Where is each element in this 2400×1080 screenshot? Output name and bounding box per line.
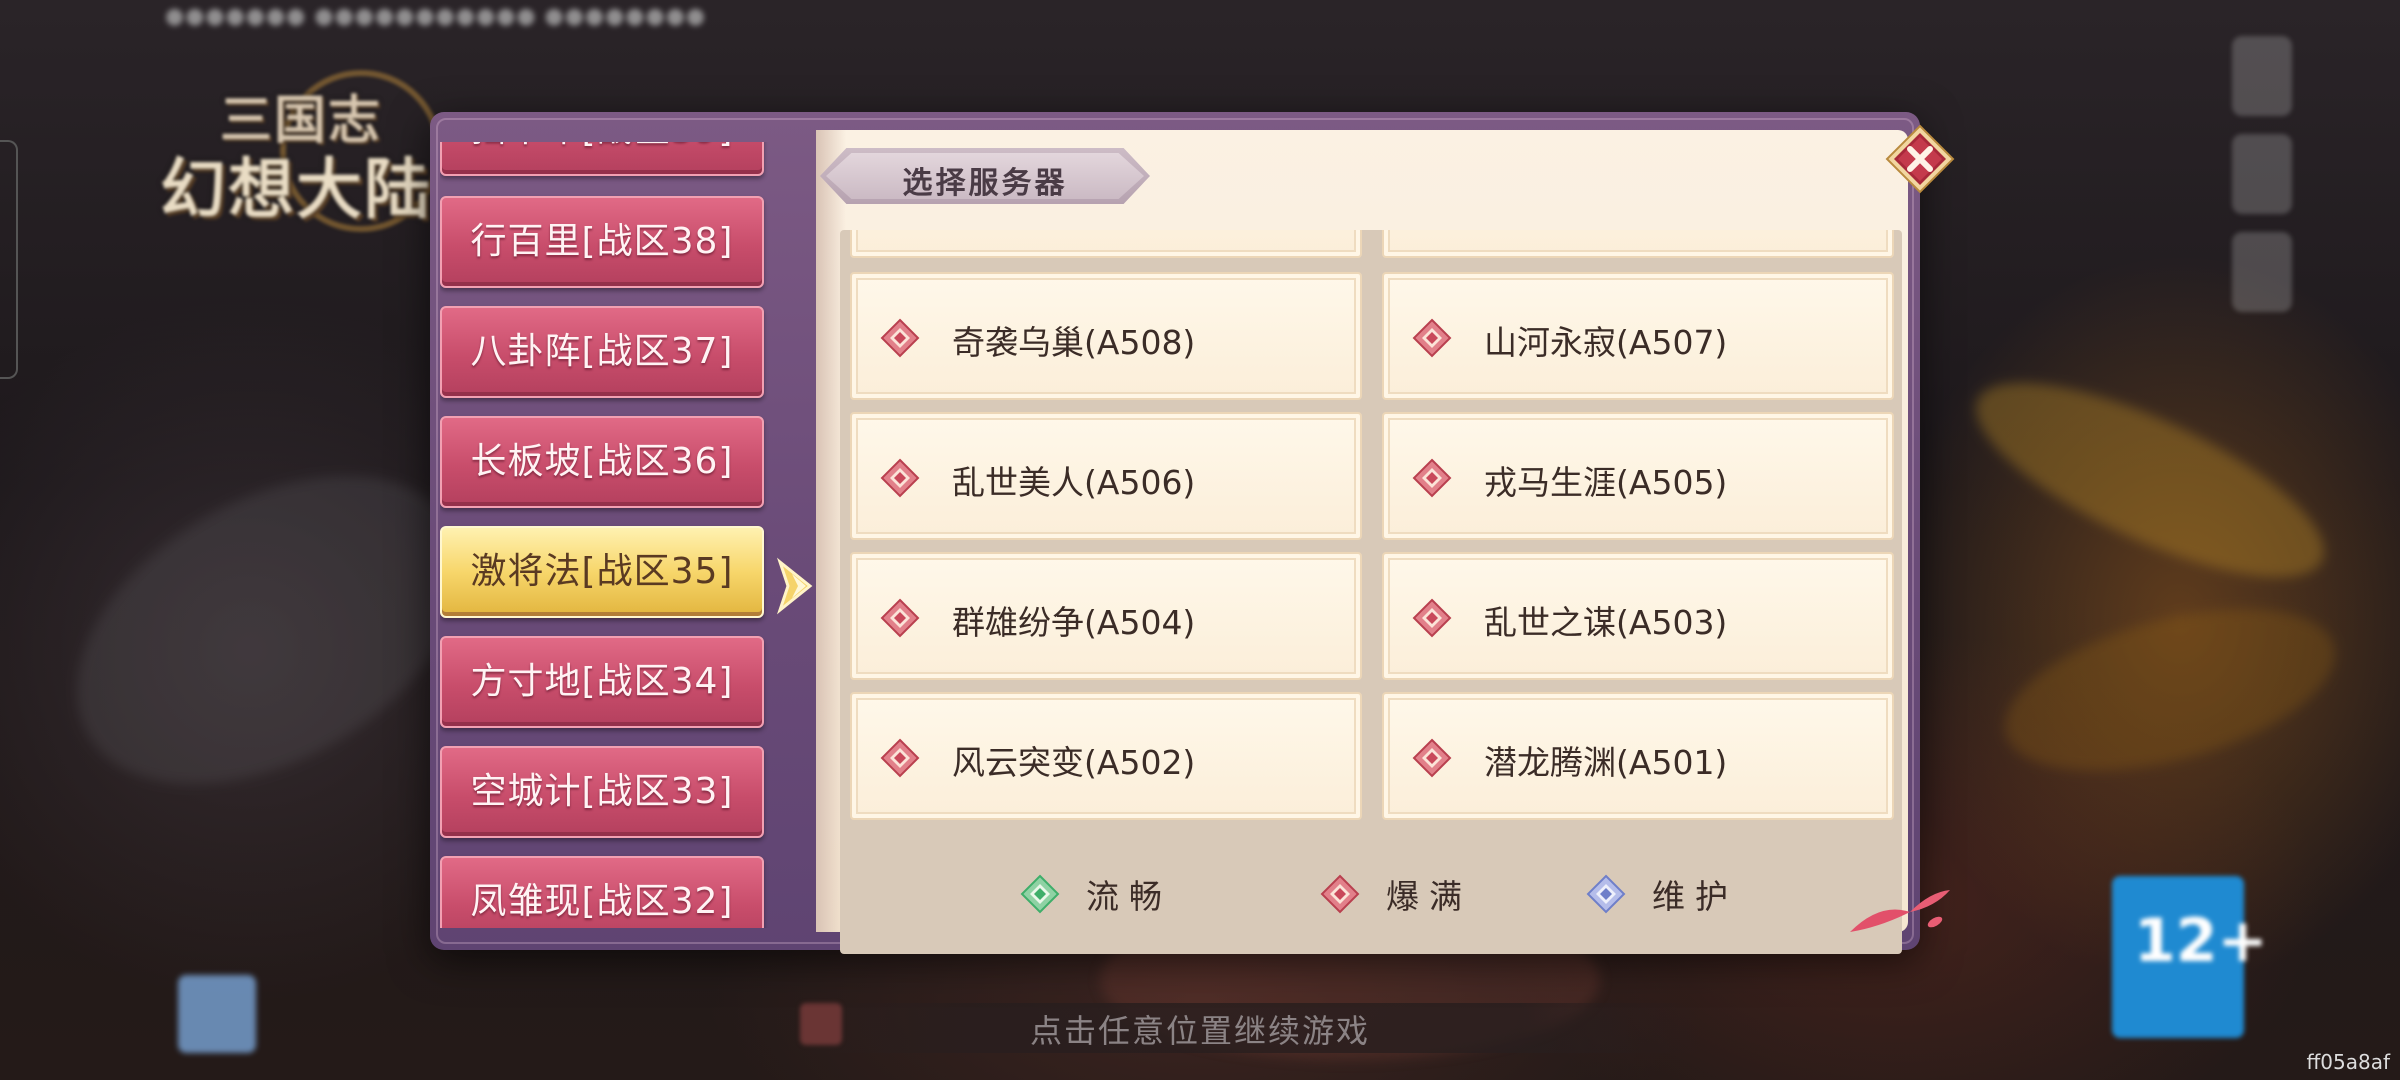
zone-tab-label: 扫千军[战区39] xyxy=(471,142,734,150)
server-name: 风云突变(A502) xyxy=(952,743,1196,782)
watermark: ff05a8af xyxy=(2306,1050,2390,1074)
bg-decoration xyxy=(1987,578,2353,802)
status-full-icon xyxy=(1320,874,1360,914)
zone-tab-active[interactable]: 激将法[战区35] xyxy=(440,526,764,618)
legend-label: 流畅 xyxy=(1086,877,1172,916)
server-card[interactable]: 乱世美人(A506) xyxy=(850,412,1362,540)
status-full-icon xyxy=(880,598,920,638)
zone-tab-label: 方寸地[战区34] xyxy=(470,661,734,702)
server-card-partial[interactable] xyxy=(850,230,1362,258)
server-grid[interactable]: 奇袭乌巢(A508) 山河永寂(A507) 乱世美人(A506) 戎马生涯(A5… xyxy=(840,230,1902,956)
status-legend: 流畅 爆满 维护 xyxy=(840,864,1900,924)
server-name: 戎马生涯(A505) xyxy=(1484,463,1728,502)
status-smooth-icon xyxy=(1020,874,1060,914)
server-name: 乱世美人(A506) xyxy=(952,463,1196,502)
zone-tab[interactable]: 凤雏现[战区32] xyxy=(440,856,764,928)
server-card[interactable]: 潜龙腾渊(A501) xyxy=(1382,692,1894,820)
menu-icon[interactable] xyxy=(2232,36,2292,116)
status-full-icon xyxy=(1412,738,1452,778)
server-grid-scroll[interactable]: 奇袭乌巢(A508) 山河永寂(A507) 乱世美人(A506) 戎马生涯(A5… xyxy=(840,230,1902,954)
server-card[interactable]: 乱世之谋(A503) xyxy=(1382,552,1894,680)
continue-hint: 点击任意位置继续游戏 xyxy=(1029,1012,1370,1050)
active-tab-arrow-icon xyxy=(776,557,813,615)
menu-icon[interactable] xyxy=(2232,134,2292,214)
status-maintenance-icon xyxy=(1586,874,1626,914)
close-icon[interactable] xyxy=(1885,124,1955,194)
zone-tab-label: 行百里[战区38] xyxy=(470,221,734,262)
panel-title: 选择服务器 xyxy=(902,166,1068,201)
zone-tab[interactable]: 长板坡[战区36] xyxy=(440,416,764,508)
side-menu-icons xyxy=(2232,36,2292,330)
server-card[interactable]: 戎马生涯(A505) xyxy=(1382,412,1894,540)
status-full-icon xyxy=(880,738,920,778)
server-name: 乱世之谋(A503) xyxy=(1484,603,1728,642)
status-full-icon xyxy=(880,458,920,498)
petal-decoration-icon xyxy=(1850,890,1950,932)
game-logo: 三国志 幻想大陆 xyxy=(150,50,450,240)
legend-maintenance: 维护 xyxy=(1586,870,1738,918)
server-card[interactable]: 风云突变(A502) xyxy=(850,692,1362,820)
server-card-partial[interactable] xyxy=(1382,230,1894,258)
zone-tab[interactable]: 行百里[战区38] xyxy=(440,196,764,288)
legend-label: 爆满 xyxy=(1386,877,1472,916)
status-full-icon xyxy=(880,318,920,358)
status-full-icon xyxy=(1412,598,1452,638)
zone-tab-label: 空城计[战区33] xyxy=(470,771,734,812)
legend-label: 维护 xyxy=(1652,877,1738,916)
server-card[interactable]: 奇袭乌巢(A508) xyxy=(850,272,1362,400)
zone-tab-label: 八卦阵[战区37] xyxy=(470,331,734,372)
zone-tab-label: 凤雏现[战区32] xyxy=(470,881,734,922)
zone-tab-label: 激将法[战区35] xyxy=(470,551,734,592)
logo-line2: 幻想大陆 xyxy=(160,150,432,228)
server-card[interactable]: 山河永寂(A507) xyxy=(1382,272,1894,400)
blurred-top-text: ●●●●●●● ●●●●●●●●●●● ●●●●●●●● xyxy=(165,4,707,29)
bg-decoration xyxy=(1952,345,2348,615)
legend-smooth: 流畅 xyxy=(1020,870,1172,918)
zone-tab-label: 长板坡[战区36] xyxy=(470,441,734,482)
server-name: 群雄纷争(A504) xyxy=(952,603,1196,642)
server-name: 潜龙腾渊(A501) xyxy=(1484,743,1728,782)
screen-notch xyxy=(0,140,18,379)
zone-tab-list[interactable]: 扫千军[战区39] 行百里[战区38] 八卦阵[战区37] 长板坡[战区36] … xyxy=(440,142,780,928)
panel-title-banner: 选择服务器 xyxy=(820,148,1150,204)
status-full-icon xyxy=(1412,458,1452,498)
zone-tab[interactable]: 方寸地[战区34] xyxy=(440,636,764,728)
status-full-icon xyxy=(1412,318,1452,358)
zone-tab[interactable]: 八卦阵[战区37] xyxy=(440,306,764,398)
age-rating-text: 12+ xyxy=(2134,906,2268,976)
zone-tab[interactable]: 空城计[战区33] xyxy=(440,746,764,838)
menu-icon[interactable] xyxy=(2232,232,2292,312)
legend-full: 爆满 xyxy=(1320,870,1472,918)
zone-tab[interactable]: 扫千军[战区39] xyxy=(440,142,764,176)
server-card[interactable]: 群雄纷争(A504) xyxy=(850,552,1362,680)
server-select-dialog: 扫千军[战区39] 行百里[战区38] 八卦阵[战区37] 长板坡[战区36] … xyxy=(430,112,1955,954)
server-name: 奇袭乌巢(A508) xyxy=(952,323,1196,362)
server-name: 山河永寂(A507) xyxy=(1484,323,1728,362)
